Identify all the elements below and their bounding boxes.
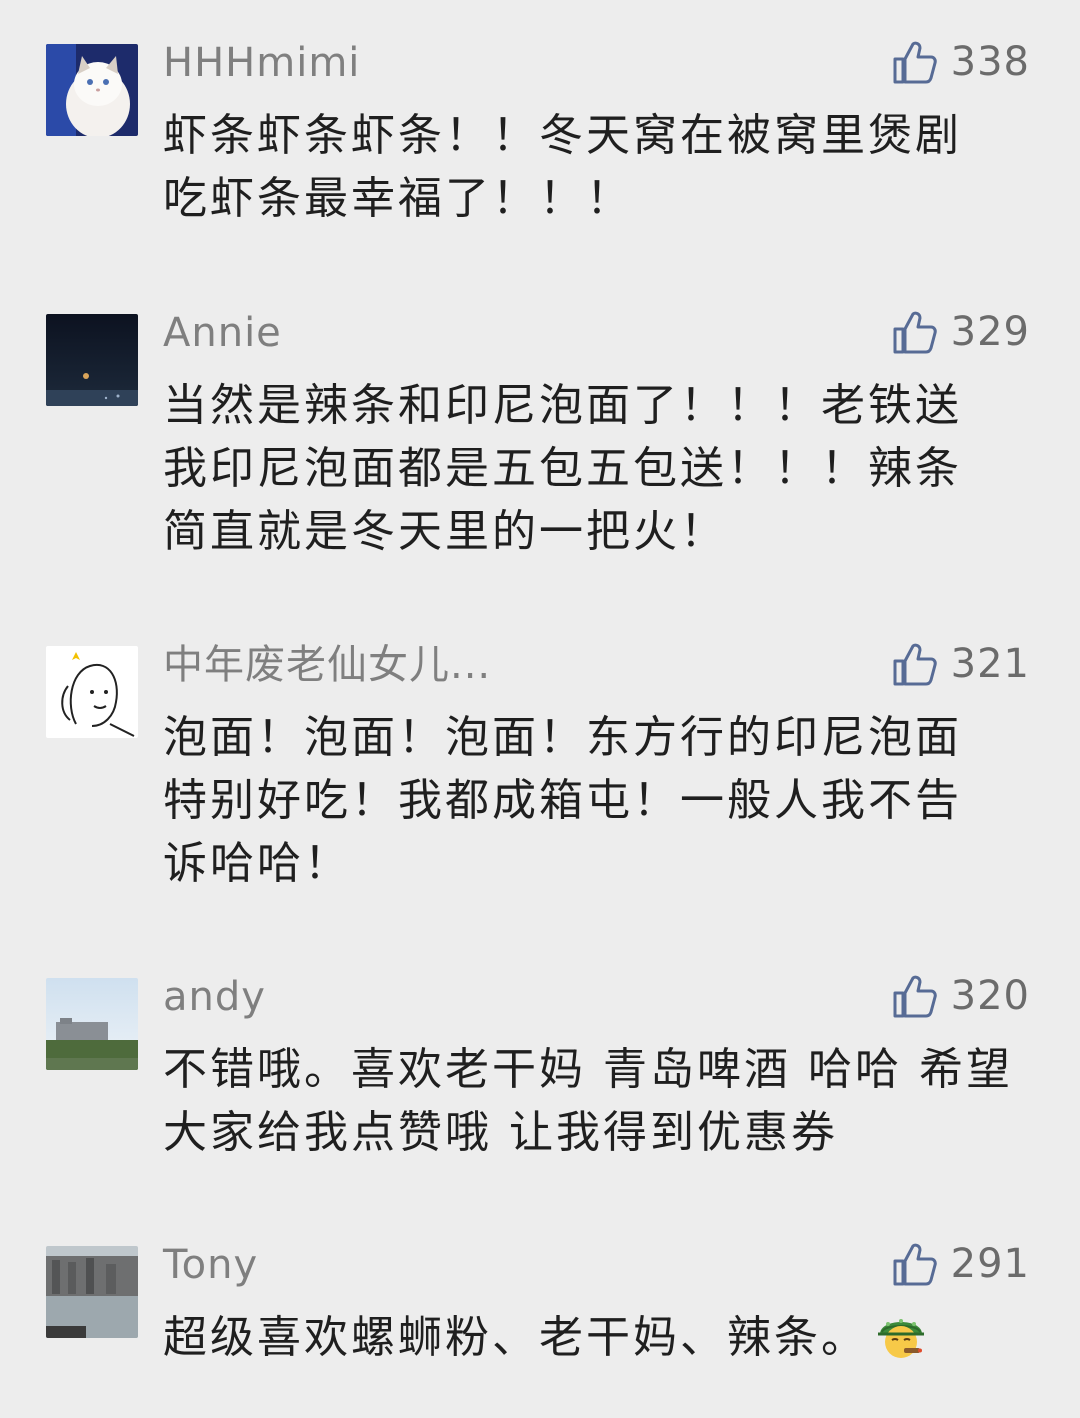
thumbs-up-icon	[893, 41, 937, 84]
nickname: Tony	[163, 1242, 259, 1288]
cat-avatar-icon	[46, 44, 138, 136]
comment-text: 虾条虾条虾条！！冬天窝在被窝里煲剧 吃虾条最幸福了！！！	[163, 104, 1003, 230]
comment-text: 当然是辣条和印尼泡面了！！！老铁送 我印尼泡面都是五包五包送！！！辣条 简直就是…	[163, 374, 1003, 563]
avatar[interactable]	[46, 978, 138, 1070]
comment-line: 简直就是冬天里的一把火！	[163, 506, 727, 557]
like-button[interactable]: 338	[891, 34, 1030, 90]
avatar[interactable]	[46, 646, 138, 738]
comment-line: 我印尼泡面都是五包五包送！！！辣条	[163, 443, 962, 494]
comment-line: 泡面！泡面！泡面！东方行的印尼泡面	[163, 712, 962, 763]
night-sky-avatar-icon	[46, 314, 138, 406]
comment-line: 特别好吃！我都成箱屯！一般人我不告	[163, 775, 962, 826]
like-count: 338	[950, 39, 1030, 85]
like-button[interactable]: 321	[891, 636, 1030, 692]
like-count: 291	[950, 1241, 1030, 1287]
nickname: HHHmimi	[163, 40, 361, 86]
avatar[interactable]	[46, 314, 138, 406]
thumbs-up-icon	[893, 643, 937, 686]
nickname: andy	[163, 974, 266, 1020]
like-button[interactable]: 291	[891, 1236, 1030, 1292]
comment-text: 不错哦。喜欢老干妈 青岛啤酒 哈哈 希望 大家给我点赞哦 让我得到优惠券	[163, 1038, 1043, 1164]
like-count: 329	[950, 309, 1030, 355]
avatar[interactable]	[46, 1246, 138, 1338]
like-count: 320	[950, 973, 1030, 1019]
like-button[interactable]: 320	[891, 968, 1030, 1024]
thumbs-up-icon	[893, 311, 937, 354]
like-button[interactable]: 329	[891, 304, 1030, 360]
comment-line-text: 超级喜欢螺蛳粉、老干妈、辣条。	[163, 1312, 868, 1363]
comment-line: 诉哈哈！	[163, 838, 351, 889]
building-sky-avatar-icon	[46, 978, 138, 1070]
comment-line: 大家给我点赞哦 让我得到优惠券	[163, 1107, 838, 1158]
thumbs-up-icon	[893, 1243, 937, 1286]
comment-text: 超级喜欢螺蛳粉、老干妈、辣条。	[163, 1306, 1003, 1369]
thumbs-up-icon	[893, 975, 937, 1018]
comment-text: 泡面！泡面！泡面！东方行的印尼泡面 特别好吃！我都成箱屯！一般人我不告 诉哈哈！	[163, 706, 1003, 895]
comment-line: 超级喜欢螺蛳粉、老干妈、辣条。	[163, 1306, 1003, 1369]
canal-city-avatar-icon	[46, 1246, 138, 1338]
doodle-face-avatar-icon	[46, 646, 138, 738]
like-count: 321	[950, 641, 1030, 687]
comment-line: 当然是辣条和印尼泡面了！！！老铁送	[163, 380, 962, 431]
comment-line: 不错哦。喜欢老干妈 青岛啤酒 哈哈 希望	[163, 1044, 1013, 1095]
comment-line: 吃虾条最幸福了！！！	[163, 173, 633, 224]
nickname: 中年废老仙女儿...	[163, 642, 492, 688]
helmet-cigar-emoji-icon	[878, 1319, 924, 1358]
nickname: Annie	[163, 310, 282, 356]
avatar[interactable]	[46, 44, 138, 136]
comment-line: 虾条虾条虾条！！冬天窝在被窝里煲剧	[163, 110, 962, 161]
